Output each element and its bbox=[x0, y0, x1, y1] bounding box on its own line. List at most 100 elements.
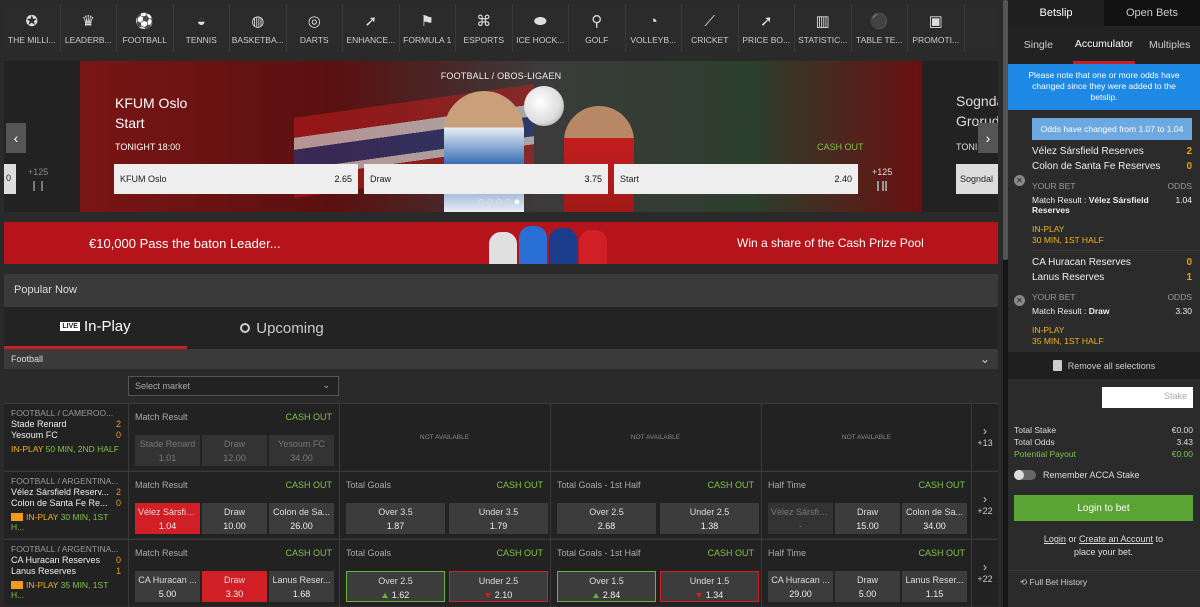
odds-button[interactable]: CA Huracan ... 29.00 bbox=[768, 571, 833, 602]
odds-button[interactable]: Over 2.5 1.62 bbox=[346, 571, 445, 602]
sport-nav-item[interactable]: ⚽ FOOTBALL bbox=[117, 4, 174, 52]
promo-banner[interactable]: €10,000 Pass the baton Leader... Win a s… bbox=[4, 222, 998, 264]
odds-button[interactable]: Lanus Reser... 1.15 bbox=[902, 571, 967, 602]
odds-button[interactable]: Draw 3.30 bbox=[202, 571, 267, 602]
sport-nav-item[interactable]: ✪ THE MILLI... bbox=[4, 4, 61, 52]
hero-more-markets[interactable]: +125 bbox=[872, 167, 892, 191]
more-markets-button[interactable]: › +13 bbox=[971, 404, 998, 471]
remove-selection-icon[interactable]: ✕ bbox=[1014, 175, 1025, 186]
hero-odd-home[interactable]: KFUM Oslo 2.65 bbox=[114, 164, 358, 194]
odds-button[interactable]: Vélez Sársfiel... 1.04 bbox=[135, 503, 200, 534]
odds-value: 1.15 bbox=[902, 589, 967, 599]
sport-nav-item[interactable]: ⚑ FORMULA 1 bbox=[400, 4, 456, 52]
hero-odd-draw[interactable]: Draw 3.75 bbox=[364, 164, 608, 194]
odds-button[interactable]: Under 2.5 1.38 bbox=[660, 503, 759, 534]
prev-event-more[interactable]: +125 bbox=[28, 167, 48, 191]
select-market-dropdown[interactable]: Select market ⌄ bbox=[128, 376, 339, 396]
more-markets-button[interactable]: › +22 bbox=[971, 472, 998, 539]
bet-result-line: Match Result : Vélez Sársfield Reserves 1… bbox=[1032, 195, 1192, 215]
live-stream-icon bbox=[11, 581, 23, 589]
odds-selection-name: Draw bbox=[856, 507, 878, 517]
odds-number: 1.38 bbox=[700, 521, 719, 531]
event-info[interactable]: FOOTBALL / ARGENTINA... Vélez Sársfield R… bbox=[4, 472, 128, 539]
event-info[interactable]: FOOTBALL / CAMEROO... Stade Renard 2 Yesoum… bbox=[4, 404, 128, 471]
football-section-header[interactable]: Football ⌄ bbox=[4, 349, 998, 369]
stake-input[interactable]: Stake bbox=[1102, 387, 1193, 408]
sport-nav-item[interactable]: ⬬ ICE HOCK... bbox=[513, 4, 569, 52]
odds-button[interactable]: Vélez Sársfiel... - bbox=[768, 503, 833, 534]
odds-value: 3.30 bbox=[202, 589, 267, 599]
sport-nav-item[interactable]: ⚫ TABLE TE... bbox=[852, 4, 908, 52]
odds-button[interactable]: Under 3.5 1.79 bbox=[449, 503, 548, 534]
odds-button[interactable]: Under 2.5 2.10 bbox=[449, 571, 548, 602]
tab-label: In-Play bbox=[83, 318, 131, 335]
remember-acca-toggle[interactable] bbox=[1014, 470, 1036, 480]
sport-nav-item[interactable]: ⌘ ESPORTS bbox=[456, 4, 513, 52]
football-icon: ⚽ bbox=[135, 13, 155, 30]
login-to-bet-button[interactable]: Login to bet bbox=[1014, 495, 1193, 521]
sport-nav-item[interactable]: ▣ PROMOTI... bbox=[908, 4, 965, 52]
tab-accumulator[interactable]: Accumulator bbox=[1072, 26, 1136, 64]
sport-nav-item[interactable]: ◒ TENNIS bbox=[174, 4, 230, 52]
odds-button[interactable]: Over 2.5 2.68 bbox=[557, 503, 656, 534]
tab-upcoming[interactable]: Upcoming bbox=[187, 307, 377, 349]
sport-nav-label: ESPORTS bbox=[463, 35, 504, 45]
tab-betslip[interactable]: Betslip bbox=[1008, 0, 1104, 26]
sport-nav-item[interactable]: ➚ PRICE BO... bbox=[739, 4, 795, 52]
sport-nav-item[interactable]: ◎ DARTS bbox=[287, 4, 343, 52]
tab-open-bets[interactable]: Open Bets bbox=[1104, 0, 1200, 26]
more-markets-count: +13 bbox=[977, 438, 993, 448]
carousel-prev-button[interactable]: ‹ bbox=[6, 123, 26, 153]
sport-nav-item[interactable]: ⚲ GOLF bbox=[569, 4, 626, 52]
sport-nav-item[interactable]: ➚ ENHANCE... bbox=[343, 4, 400, 52]
carousel-next-button[interactable]: › bbox=[978, 123, 998, 153]
carousel-dot[interactable] bbox=[478, 199, 484, 205]
to-text: to bbox=[1155, 534, 1164, 544]
sport-nav-item[interactable]: ◍ BASKETBA... bbox=[230, 4, 287, 52]
odds-button[interactable]: Draw 12.00 bbox=[202, 435, 267, 466]
carousel-dot[interactable] bbox=[496, 199, 502, 205]
prev-event-card[interactable]: 0 bbox=[4, 164, 16, 194]
cash-out-label: CASH OUT bbox=[285, 412, 332, 422]
create-account-link[interactable]: Create an Account bbox=[1079, 534, 1153, 544]
hockey-puck-icon: ⬬ bbox=[533, 12, 547, 30]
sport-nav-item[interactable]: ◔ VOLLEYB... bbox=[626, 4, 682, 52]
odds-button[interactable]: Lanus Reser... 1.68 bbox=[269, 571, 334, 602]
odds-button[interactable]: Yesoum FC 34.00 bbox=[269, 435, 334, 466]
tab-multiples[interactable]: Multiples bbox=[1139, 26, 1200, 64]
odds-button[interactable]: Over 3.5 1.87 bbox=[346, 503, 445, 534]
tab-single[interactable]: Single bbox=[1008, 26, 1069, 64]
stats-icon bbox=[877, 181, 888, 191]
sport-nav-item[interactable]: ♛ LEADERB... bbox=[61, 4, 117, 52]
sport-nav-label: CRICKET bbox=[691, 35, 729, 45]
sport-nav-label: GOLF bbox=[585, 35, 609, 45]
carousel-dot-active[interactable] bbox=[514, 199, 520, 205]
odds-button[interactable]: CA Huracan ... 5.00 bbox=[135, 571, 200, 602]
odds-selection-name: Vélez Sársfiel... bbox=[138, 507, 200, 517]
odds-number: 5.00 bbox=[158, 589, 177, 599]
more-markets-button[interactable]: › +22 bbox=[971, 540, 998, 607]
odds-button[interactable]: Draw 15.00 bbox=[835, 503, 900, 534]
carousel-dot[interactable] bbox=[487, 199, 493, 205]
odds-button[interactable]: Under 1.5 1.34 bbox=[660, 571, 759, 602]
sport-nav-item[interactable]: ▥ STATISTIC... bbox=[795, 4, 852, 52]
tab-in-play[interactable]: LIVE In-Play bbox=[4, 307, 187, 349]
odds-button[interactable]: Over 1.5 2.84 bbox=[557, 571, 656, 602]
login-link[interactable]: Login bbox=[1044, 534, 1066, 544]
odds-button[interactable]: Draw 10.00 bbox=[202, 503, 267, 534]
remove-selection-icon[interactable]: ✕ bbox=[1014, 295, 1025, 306]
odds-selection-name: Draw bbox=[856, 575, 878, 585]
hero-odd-away[interactable]: Start 2.40 bbox=[614, 164, 858, 194]
full-bet-history-link[interactable]: ⟲ Full Bet History bbox=[1008, 570, 1200, 592]
bet-type-tabs: Single Accumulator Multiples bbox=[1008, 26, 1200, 64]
next-event-card[interactable]: Sogndal bbox=[956, 164, 998, 194]
odds-button[interactable]: Stade Renard 1.01 bbox=[135, 435, 200, 466]
odds-button[interactable]: Colon de Sa... 26.00 bbox=[269, 503, 334, 534]
carousel-dot[interactable] bbox=[505, 199, 511, 205]
selection-status: IN-PLAY 35 MIN, 1ST HALF bbox=[1032, 325, 1104, 347]
odds-button[interactable]: Draw 5.00 bbox=[835, 571, 900, 602]
odds-button[interactable]: Colon de Sa... 34.00 bbox=[902, 503, 967, 534]
sport-nav-item[interactable]: ⟋ CRICKET bbox=[682, 4, 739, 52]
event-info[interactable]: FOOTBALL / ARGENTINA... CA Huracan Reserv… bbox=[4, 540, 128, 607]
remove-all-button[interactable]: Remove all selections bbox=[1008, 352, 1200, 379]
